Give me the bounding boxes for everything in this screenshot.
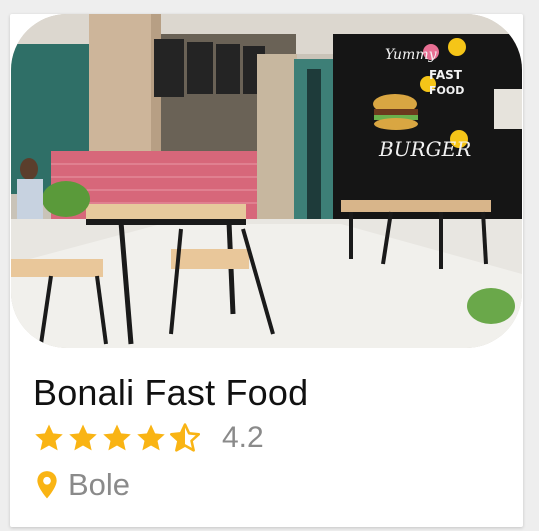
location-row: Bole (34, 465, 130, 505)
location-text: Bole (68, 467, 131, 502)
star-icon (137, 424, 165, 451)
restaurant-photo: Yummy FAST FOOD BURGER (11, 14, 522, 348)
star-icon (35, 424, 63, 451)
rating-row: 4.2 (32, 420, 264, 456)
restaurant-card[interactable]: Yummy FAST FOOD BURGER Bonali Fast Food … (10, 14, 523, 527)
svg-text:FAST: FAST (429, 68, 463, 82)
star-half-icon (169, 423, 201, 452)
location-pin-icon (37, 471, 57, 499)
svg-text:BURGER: BURGER (378, 137, 471, 161)
restaurant-name: Bonali Fast Food (33, 372, 309, 413)
star-icon (69, 424, 97, 451)
star-rating (32, 421, 202, 455)
svg-text:Yummy: Yummy (385, 47, 438, 63)
rating-value: 4.2 (222, 421, 264, 454)
star-icon (103, 424, 131, 451)
svg-text:FOOD: FOOD (429, 84, 464, 97)
